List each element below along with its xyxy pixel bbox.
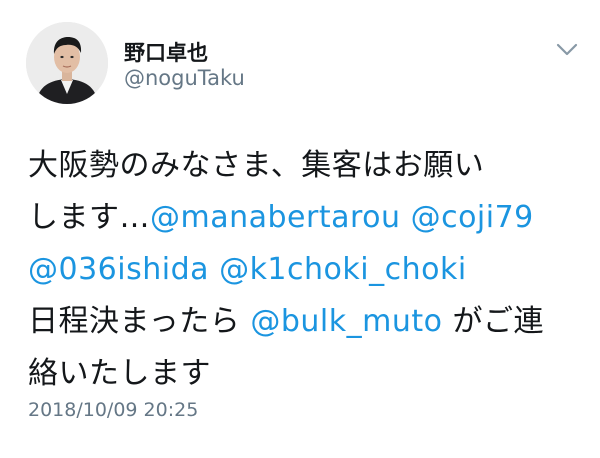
tweet-line: 絡いたします [28,348,584,400]
tweet-line: @036ishida @k1choki_choki [28,244,584,296]
tweet-timestamp[interactable]: 2018/10/09 20:25 [28,399,198,421]
user-handle[interactable]: @noguTaku [124,66,245,90]
mention-link[interactable]: @manabertarou [150,200,401,235]
chevron-down-icon[interactable] [556,42,578,58]
tweet-text-segment: 絡いたします [28,356,211,391]
tweet-line: します…@manabertarou @coji79 [28,192,584,244]
display-name[interactable]: 野口卓也 [124,37,208,67]
tweet-text-segment: がご連 [452,304,545,339]
mention-link[interactable]: @k1choki_choki [219,252,467,287]
mention-link[interactable]: @coji79 [411,200,534,235]
tweet-line: 日程決まったら @bulk_muto がご連 [28,296,584,348]
tweet-card: 野口卓也 @noguTaku 大阪勢のみなさま、集客はお願い します…@mana… [0,0,600,458]
tweet-text: 大阪勢のみなさま、集客はお願い します…@manabertarou @coji7… [28,140,584,400]
avatar-image [26,22,108,104]
mention-link[interactable]: @bulk_muto [250,304,442,339]
tweet-text-segment: 日程決まったら [28,304,241,339]
tweet-text-segment: 大阪勢のみなさま、集客はお願い [28,148,485,183]
mention-link[interactable]: @036ishida [28,252,209,287]
tweet-text-segment: します… [28,200,150,235]
avatar[interactable] [26,22,108,104]
tweet-line: 大阪勢のみなさま、集客はお願い [28,140,584,192]
